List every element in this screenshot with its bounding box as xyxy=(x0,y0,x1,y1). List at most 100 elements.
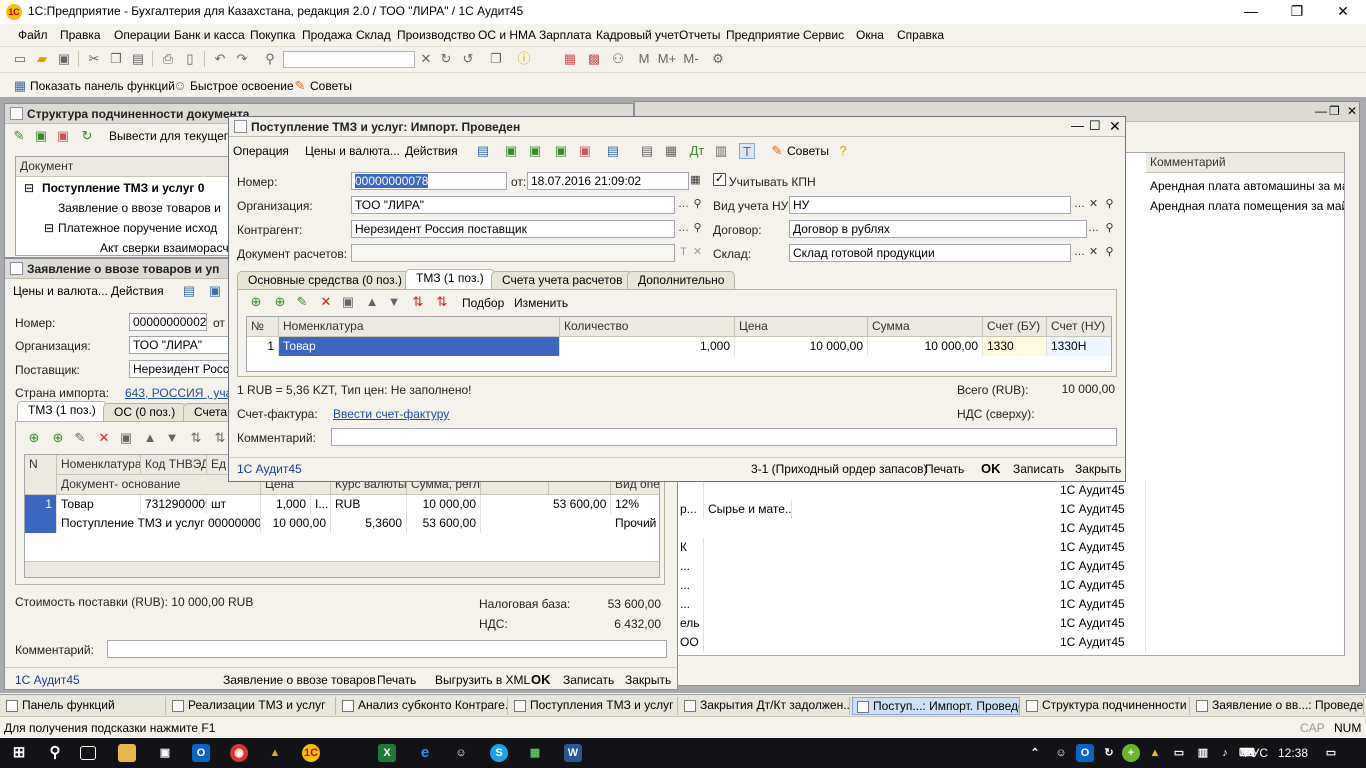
menu-assets[interactable]: ОС и НМА xyxy=(478,28,536,42)
menu-hr[interactable]: Кадровый учет xyxy=(596,28,679,42)
table-cell[interactable]: ель xyxy=(676,614,704,633)
chrome-icon[interactable]: ◉ xyxy=(230,744,248,762)
tt-icon[interactable]: T xyxy=(739,143,755,159)
sort-desc-icon[interactable]: ⇅ xyxy=(434,294,450,310)
table-cell[interactable]: 1,000 xyxy=(261,495,311,514)
pick-button[interactable]: Подбор xyxy=(462,296,504,310)
move-up-icon[interactable]: ▲ xyxy=(142,430,158,446)
move-down-icon[interactable]: ▼ xyxy=(386,294,402,310)
actions-menu[interactable]: Действия xyxy=(111,284,164,298)
clock[interactable]: 12:38 xyxy=(1278,746,1308,760)
search-input[interactable] xyxy=(283,51,415,68)
report-icon[interactable]: ▥ xyxy=(713,143,729,159)
nav-icon[interactable]: ▤ xyxy=(181,283,197,299)
ok-button[interactable]: OK xyxy=(981,461,1001,476)
ok-button[interactable]: OK xyxy=(531,672,551,687)
info-icon[interactable]: ⓘ xyxy=(516,51,532,67)
word-icon[interactable]: W xyxy=(564,744,582,762)
close-window-button[interactable]: ✕ xyxy=(1347,104,1357,118)
save-icon[interactable]: ▣ xyxy=(56,51,72,67)
table-cell[interactable]: ОО xyxy=(676,633,704,652)
table-cell-selected[interactable]: Товар xyxy=(279,337,560,356)
column-account-bu[interactable]: Счет (БУ) xyxy=(983,317,1047,337)
table-cell[interactable]: 1,000 xyxy=(560,337,735,356)
tray-drive-icon[interactable]: ▲ xyxy=(1146,744,1164,762)
calendar-icon[interactable]: ▦ xyxy=(687,172,704,190)
goods-grid[interactable]: № Номенклатура Количество Цена Сумма Сче… xyxy=(246,316,1112,372)
tray-storage-icon[interactable]: ▭ xyxy=(1170,744,1188,762)
row-number[interactable]: 1 xyxy=(247,337,279,356)
move-down-icon[interactable]: ▼ xyxy=(164,430,180,446)
supplier-field[interactable]: Нерезидент Росси xyxy=(129,360,229,378)
organization-field[interactable]: ТОО "ЛИРА" xyxy=(351,196,675,214)
language-indicator[interactable]: РУС xyxy=(1244,746,1268,760)
column-price[interactable]: Цена xyxy=(735,317,868,337)
edit-row-icon[interactable]: ✎ xyxy=(294,294,310,310)
add-row-icon[interactable]: ⊕ xyxy=(26,430,42,446)
cut-icon[interactable]: ✂ xyxy=(86,51,102,67)
tab-fixed-assets[interactable]: Основные средства (0 поз.) xyxy=(237,271,413,289)
change-button[interactable]: Изменить xyxy=(514,296,568,310)
post-icon[interactable]: ▣ xyxy=(55,128,71,144)
add-doc-icon[interactable]: ▣ xyxy=(33,128,49,144)
contract-field[interactable]: Договор в рублях xyxy=(789,220,1087,238)
minimize-button[interactable]: — xyxy=(1228,0,1274,24)
tab-os[interactable]: ОС (0 поз.) xyxy=(103,403,187,421)
close-button[interactable]: ✕ xyxy=(1320,0,1366,24)
tray-network-icon[interactable]: ▥ xyxy=(1194,744,1212,762)
tray-sync-icon[interactable]: ↻ xyxy=(1100,744,1118,762)
users-icon[interactable]: ⚇ xyxy=(610,51,626,67)
table-cell[interactable]: 12% xyxy=(611,495,659,514)
find-prev-icon[interactable]: ↺ xyxy=(460,51,476,67)
copy-row-icon[interactable]: ⊕ xyxy=(272,294,288,310)
table-cell[interactable]: 1С Аудит45 xyxy=(1056,500,1146,519)
menu-edit[interactable]: Правка xyxy=(60,28,101,42)
table-cell[interactable]: Товар xyxy=(57,495,141,514)
copy-icon[interactable]: ❐ xyxy=(108,51,124,67)
search-icon[interactable]: ⚲ xyxy=(689,220,706,238)
table-cell[interactable]: Сырье и мате... xyxy=(704,500,792,519)
table-cell[interactable]: 1С Аудит45 xyxy=(1056,595,1146,614)
end-edit-icon[interactable]: ▣ xyxy=(340,294,356,310)
maximize-window-button[interactable]: ☐ xyxy=(1089,118,1101,134)
window-tab-structure[interactable]: Структура подчиненности ... xyxy=(1022,697,1190,715)
settlement-doc-field[interactable] xyxy=(351,244,675,262)
search-icon[interactable]: ⚲ xyxy=(262,51,278,67)
table-cell[interactable]: 10 000,00 xyxy=(735,337,868,356)
menu-windows[interactable]: Окна xyxy=(856,28,884,42)
tab-additional[interactable]: Дополнительно xyxy=(627,271,736,289)
table-cell[interactable]: р... xyxy=(676,500,704,519)
comment-field[interactable] xyxy=(107,640,667,658)
explorer-icon[interactable] xyxy=(118,744,136,762)
table-cell[interactable]: 1С Аудит45 xyxy=(1056,538,1146,557)
table-cell[interactable]: 10 000,00 xyxy=(261,514,331,533)
table-cell[interactable]: 10 000,00 xyxy=(868,337,983,356)
tray-agent-icon[interactable]: + xyxy=(1122,744,1140,762)
column-n[interactable]: N xyxy=(25,455,57,495)
tree-item[interactable]: Акт сверки взаиморасче xyxy=(100,241,235,255)
menu-salary[interactable]: Зарплата xyxy=(539,28,592,42)
tab-settlement-accounts[interactable]: Счета учета расчетов xyxy=(491,271,634,289)
undo-icon[interactable]: ↶ xyxy=(212,51,228,67)
edit-row-icon[interactable]: ✎ xyxy=(72,430,88,446)
move-up-icon[interactable]: ▲ xyxy=(364,294,380,310)
menu-purchase[interactable]: Покупка xyxy=(250,28,295,42)
table-cell[interactable]: К xyxy=(676,538,704,557)
menu-help[interactable]: Справка xyxy=(897,28,944,42)
menu-sales[interactable]: Продажа xyxy=(302,28,352,42)
comment-field[interactable] xyxy=(331,428,1117,446)
window-tab-functions-panel[interactable]: Панель функций xyxy=(2,697,166,715)
table-cell[interactable]: 10 000,00 xyxy=(407,495,481,514)
date-field[interactable]: 18.07.2016 21:09:02 xyxy=(527,172,689,190)
search-icon[interactable]: ⚲ xyxy=(1101,220,1118,238)
number-field[interactable]: 00000000078 xyxy=(351,172,507,190)
collapse-icon[interactable]: ⊟ xyxy=(24,181,34,195)
column-quantity[interactable]: Количество xyxy=(560,317,735,337)
table-cell[interactable]: 53 600,00 xyxy=(549,495,611,514)
calculator-icon[interactable]: ▦ xyxy=(562,51,578,67)
close-form-button[interactable]: Закрыть xyxy=(625,673,671,687)
organization-field[interactable]: ТОО "ЛИРА" xyxy=(129,336,229,354)
table-cell[interactable]: шт xyxy=(207,495,261,514)
minimize-window-button[interactable]: — xyxy=(1071,118,1084,133)
dt-kt-icon[interactable]: Дт xyxy=(689,143,705,159)
